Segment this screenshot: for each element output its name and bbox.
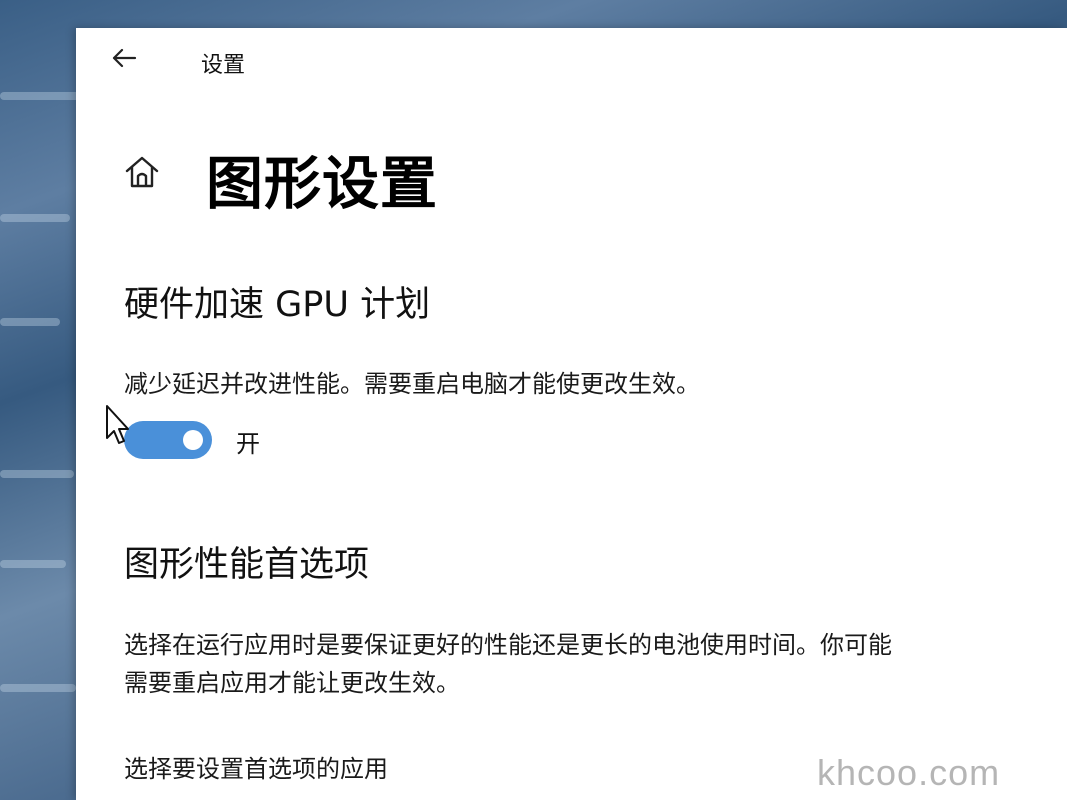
desktop-streak [0, 470, 74, 478]
desktop-streak [0, 214, 70, 222]
desktop-streak [0, 684, 76, 692]
app-title: 设置 [201, 53, 246, 78]
desktop-streak [0, 318, 60, 326]
toggle-knob [183, 430, 203, 450]
back-button[interactable] [106, 44, 142, 76]
graphics-preference-description-line2: 需要重启应用才能让更改生效。 [124, 669, 460, 697]
toggle-state-label: 开 [236, 430, 260, 458]
page-title: 图形设置 [206, 151, 438, 217]
graphics-preference-description-line1: 选择在运行应用时是要保证更好的性能还是更长的电池使用时间。你可能 [124, 631, 892, 659]
graphics-preference-heading: 图形性能首选项 [124, 545, 370, 585]
home-icon [123, 154, 161, 194]
gpu-scheduling-description: 减少延迟并改进性能。需要重启电脑才能使更改生效。 [124, 370, 700, 398]
settings-window: 设置 图形设置 硬件加速 GPU 计划 减少延迟并改进性能。需要重启电脑才能使更… [76, 28, 1067, 800]
desktop-streak [0, 92, 80, 100]
choose-app-label: 选择要设置首选项的应用 [124, 755, 388, 783]
gpu-scheduling-heading: 硬件加速 GPU 计划 [124, 285, 431, 325]
back-arrow-icon [110, 47, 138, 73]
gpu-scheduling-toggle[interactable] [124, 421, 212, 459]
home-button[interactable] [120, 152, 164, 196]
watermark: khcoo.com [817, 752, 1001, 793]
title-bar: 设置 [76, 28, 1067, 92]
desktop-streak [0, 560, 66, 568]
